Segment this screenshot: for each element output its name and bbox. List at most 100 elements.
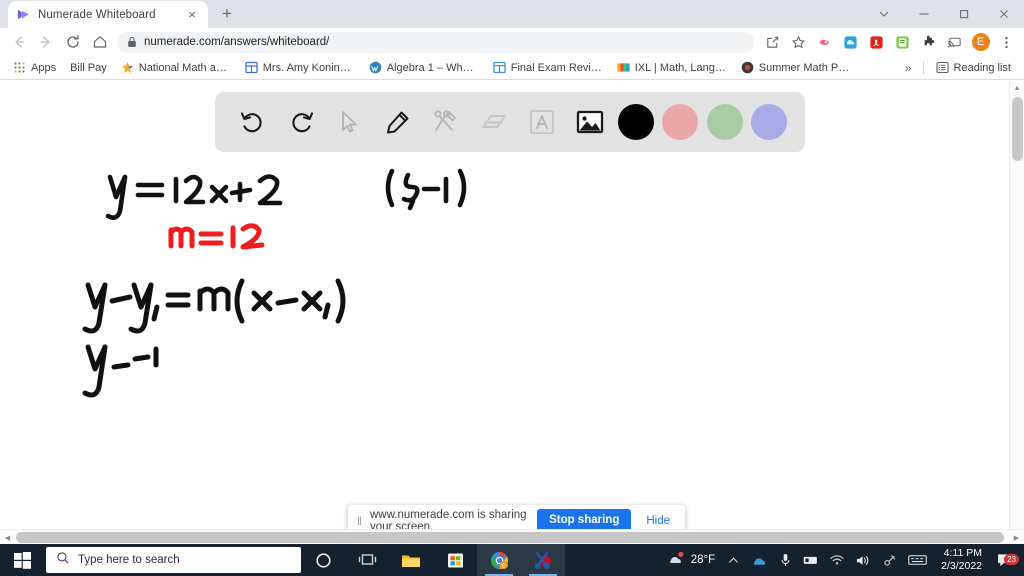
chrome-icon[interactable]: E: [477, 544, 521, 576]
color-swatch-black[interactable]: [618, 104, 655, 140]
horizontal-scroll-thumb[interactable]: [16, 532, 1004, 543]
forward-arrow-icon[interactable]: [32, 29, 59, 55]
vertical-scroll-thumb[interactable]: [1012, 97, 1023, 161]
tab-strip: Numerade Whiteboard × +: [0, 0, 1024, 28]
cloud-weather-icon: [666, 551, 686, 569]
share-icon[interactable]: [760, 30, 785, 55]
three-dot-menu-icon[interactable]: [994, 30, 1019, 55]
windows-start-icon[interactable]: [0, 544, 44, 576]
speaker-icon[interactable]: [851, 544, 876, 576]
clock[interactable]: 4:11 PM 2/3/2022: [934, 544, 989, 576]
wifi-icon[interactable]: [825, 544, 849, 576]
bookmarks-overflow-button[interactable]: »: [899, 61, 918, 75]
store-icon[interactable]: [433, 544, 477, 576]
divider: [922, 60, 924, 75]
avatar[interactable]: E: [968, 30, 993, 55]
bookmark-summer-math-practice[interactable]: Summer Math Pract…: [734, 59, 858, 76]
scissors-tools-icon[interactable]: [426, 102, 466, 142]
image-icon[interactable]: [570, 102, 610, 142]
bookmark-label: Algebra 1 – When…: [386, 61, 479, 74]
windows-taskbar: Type here to search E 28°F 4:11 PM 2/3/2…: [0, 544, 1024, 576]
pencil-icon[interactable]: [378, 102, 418, 142]
horizontal-scrollbar[interactable]: ◀ ▶: [0, 529, 1024, 544]
weather-widget[interactable]: 28°F: [660, 551, 721, 569]
notification-icon[interactable]: 23: [991, 553, 1020, 568]
color-swatch-green[interactable]: [706, 104, 743, 140]
home-icon[interactable]: [86, 29, 113, 55]
back-arrow-icon[interactable]: [5, 29, 32, 55]
bookmark-star-icon[interactable]: [786, 30, 811, 55]
keyboard-icon[interactable]: [903, 544, 932, 576]
task-view-icon[interactable]: [345, 544, 389, 576]
close-window-icon[interactable]: [984, 0, 1024, 28]
bookmark-mrs-amy-koning[interactable]: Mrs. Amy Koning -…: [238, 59, 362, 76]
drag-handle[interactable]: ‖: [357, 514, 362, 528]
bookmark-algebra-1[interactable]: Algebra 1 – When…: [362, 59, 486, 76]
bookmark-label: IXL | Math, Languag…: [634, 61, 727, 74]
ink-point-coordinate: [380, 159, 500, 219]
search-input[interactable]: Type here to search: [46, 547, 301, 573]
chevron-up-icon[interactable]: [723, 544, 744, 576]
extensions-puzzle-icon[interactable]: [916, 30, 941, 55]
bookmark-national-math[interactable]: National Math and…: [114, 59, 238, 76]
whiteboard-canvas[interactable]: ‖ www.numerade.com is sharing your scree…: [0, 81, 1024, 544]
maximize-icon[interactable]: [944, 0, 984, 28]
temperature-label: 28°F: [690, 554, 716, 566]
notification-count-badge: 23: [1004, 553, 1019, 565]
tab-search-icon[interactable]: [864, 0, 904, 28]
eraser-icon[interactable]: [474, 102, 514, 142]
bookmark-label: Summer Math Pract…: [758, 61, 851, 74]
reading-list-button[interactable]: Reading list: [929, 59, 1018, 76]
color-swatch-pink[interactable]: [662, 104, 699, 140]
onedrive-cloud-icon[interactable]: [746, 544, 773, 576]
folder-icon[interactable]: [389, 544, 433, 576]
hide-button[interactable]: Hide: [640, 515, 676, 527]
extension-adobe-acrobat-icon[interactable]: [864, 30, 889, 55]
system-tray: 28°F 4:11 PM 2/3/2022 23: [660, 544, 1024, 576]
cortana-circle-icon[interactable]: [301, 544, 345, 576]
dark-circle-icon: [741, 61, 754, 74]
bookmark-bill-pay[interactable]: Bill Pay: [63, 60, 114, 76]
reading-list-label: Reading list: [953, 61, 1011, 74]
scroll-up-button[interactable]: ▲: [1010, 81, 1024, 96]
extension-cloud-icon[interactable]: [838, 30, 863, 55]
bookmark-label: Final Exam Review -…: [510, 61, 603, 74]
tab-numerade-whiteboard[interactable]: Numerade Whiteboard ×: [8, 1, 208, 28]
tray-app-icon[interactable]: [798, 544, 823, 576]
scroll-right-button[interactable]: ▶: [1009, 530, 1024, 545]
redo-icon[interactable]: [281, 102, 321, 142]
bookmarks-bar: Apps Bill Pay National Math and… Mrs. Am…: [0, 56, 1024, 80]
bluetooth-icon[interactable]: [878, 544, 901, 576]
numerade-logo-icon: [16, 7, 31, 22]
bookmark-ixl[interactable]: IXL | Math, Languag…: [610, 59, 734, 76]
extension-notes-icon[interactable]: [890, 30, 915, 55]
navigation-bar: numerade.com/answers/whiteboard/ E: [0, 28, 1024, 56]
reload-icon[interactable]: [59, 29, 86, 55]
undo-icon[interactable]: [233, 102, 273, 142]
reading-list-icon: [935, 61, 949, 74]
extension-honey-icon[interactable]: [812, 30, 837, 55]
bookmark-label: Bill Pay: [70, 61, 107, 74]
svg-text:E: E: [502, 563, 506, 569]
cursor-icon[interactable]: [329, 102, 369, 142]
scroll-left-button[interactable]: ◀: [0, 530, 15, 545]
new-tab-button[interactable]: +: [214, 1, 240, 27]
close-icon[interactable]: ×: [184, 7, 200, 23]
minimize-icon[interactable]: [904, 0, 944, 28]
cast-icon[interactable]: [942, 30, 967, 55]
microphone-icon[interactable]: [775, 544, 796, 576]
bookmark-label: National Math and…: [138, 61, 231, 74]
vertical-scrollbar[interactable]: ▲ ▼: [1009, 81, 1024, 544]
ink-partial-substitution: [80, 329, 220, 409]
text-a-icon[interactable]: [522, 102, 562, 142]
window-controls: [864, 0, 1024, 28]
whiteboard-toolbar: [215, 92, 805, 152]
bookmark-final-exam-review[interactable]: Final Exam Review -…: [486, 59, 610, 76]
scissors-icon[interactable]: [521, 544, 565, 576]
bookmark-apps[interactable]: Apps: [6, 59, 63, 76]
color-swatch-purple[interactable]: [750, 104, 787, 140]
search-placeholder: Type here to search: [78, 554, 180, 566]
address-bar[interactable]: numerade.com/answers/whiteboard/: [117, 31, 754, 53]
clock-time: 4:11 PM: [943, 546, 982, 559]
orange-star-icon: [121, 61, 134, 74]
